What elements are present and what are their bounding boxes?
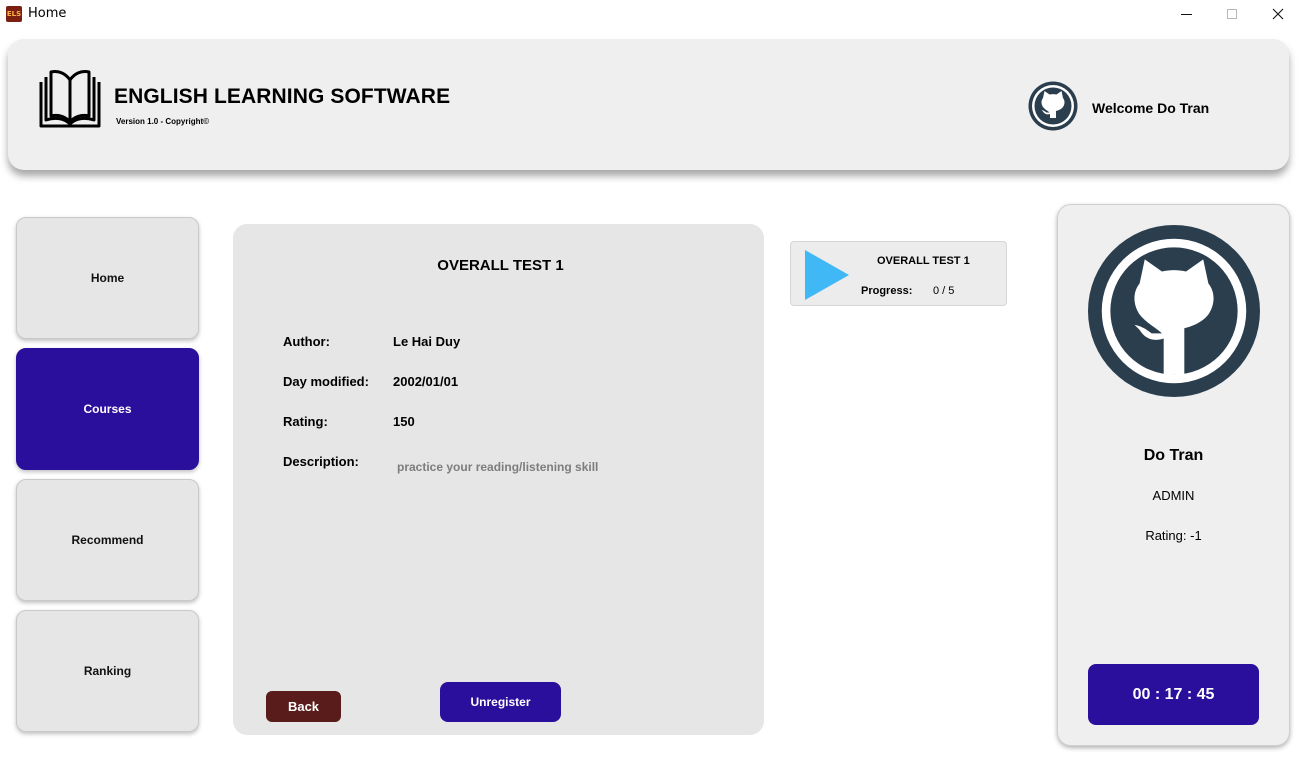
profile-name: Do Tran xyxy=(1143,447,1204,464)
description-value: practice your reading/listening skill xyxy=(397,460,599,474)
course-detail-panel: OVERALL TEST 1 Author: Le Hai Duy Day mo… xyxy=(233,224,764,735)
session-timer: 00 : 17 : 45 xyxy=(1088,664,1259,725)
day-modified-label: Day modified: xyxy=(283,374,369,389)
rating-value: 150 xyxy=(393,414,415,429)
sidebar-item-ranking[interactable]: Ranking xyxy=(16,610,199,732)
day-modified-value: 2002/01/01 xyxy=(393,374,459,389)
window-titlebar: ELS Home xyxy=(0,0,1301,28)
unregister-button[interactable]: Unregister xyxy=(440,682,561,722)
back-button[interactable]: Back xyxy=(266,691,341,722)
app-name: ENGLISH LEARNING SOFTWARE xyxy=(114,85,451,108)
course-title: OVERALL TEST 1 xyxy=(437,257,564,274)
profile-avatar-icon xyxy=(1088,225,1260,397)
app-logo-icon: ELS xyxy=(6,6,22,22)
version-text: Version 1.0 - Copyright© xyxy=(116,117,210,126)
author-label: Author: xyxy=(283,334,330,349)
open-book-icon xyxy=(39,70,101,128)
minimize-button[interactable] xyxy=(1163,0,1209,28)
window-title: Home xyxy=(28,6,67,21)
rating-label: Rating: xyxy=(283,414,328,429)
app-header: ENGLISH LEARNING SOFTWARE Version 1.0 - … xyxy=(8,39,1289,170)
welcome-text: Welcome Do Tran xyxy=(1092,100,1210,116)
github-octocat-icon[interactable] xyxy=(1028,81,1078,131)
sidebar-item-recommend[interactable]: Recommend xyxy=(16,479,199,601)
close-icon xyxy=(1272,8,1284,20)
sidebar-item-courses[interactable]: Courses xyxy=(16,348,199,470)
profile-panel: Do Tran ADMIN Rating: -1 00 : 17 : 45 xyxy=(1057,204,1290,746)
profile-role: ADMIN xyxy=(1152,488,1195,503)
sidebar-item-home[interactable]: Home xyxy=(16,217,199,339)
profile-rating: Rating: -1 xyxy=(1145,528,1202,543)
play-icon[interactable] xyxy=(803,248,851,302)
maximize-button[interactable] xyxy=(1209,0,1255,28)
author-value: Le Hai Duy xyxy=(393,334,461,349)
close-button[interactable] xyxy=(1255,0,1301,28)
maximize-icon xyxy=(1227,9,1237,19)
course-progress-card[interactable]: OVERALL TEST 1 Progress: 0 / 5 xyxy=(790,241,1007,306)
progress-label: Progress: xyxy=(861,285,913,297)
description-label: Description: xyxy=(283,454,359,469)
progress-value: 0 / 5 xyxy=(933,285,955,297)
minimize-icon xyxy=(1180,13,1192,15)
progress-card-title: OVERALL TEST 1 xyxy=(877,255,970,267)
